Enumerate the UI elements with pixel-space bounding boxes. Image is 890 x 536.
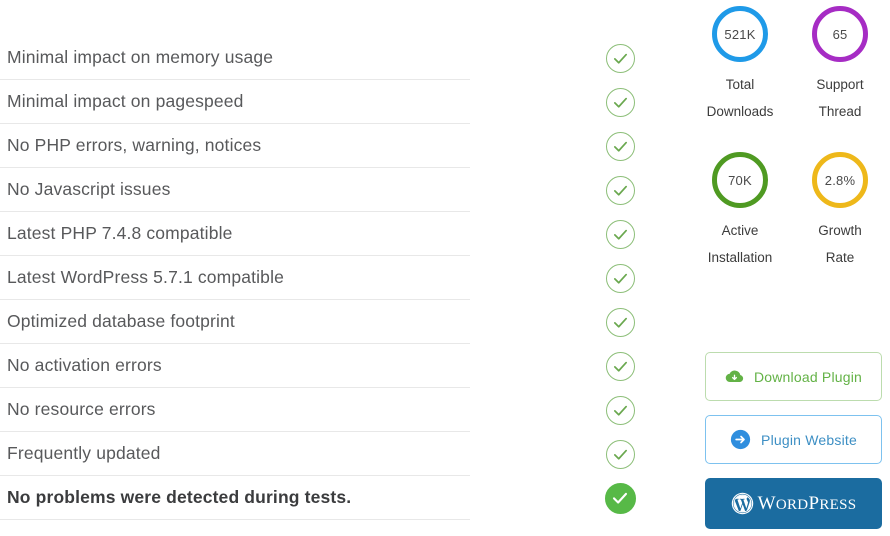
list-item: Latest PHP 7.4.8 compatible — [0, 212, 470, 256]
compatibility-checklist: Minimal impact on memory usage Minimal i… — [0, 36, 470, 520]
list-item: No PHP errors, warning, notices — [0, 124, 470, 168]
stats-row-secondary: 70K Active Installation 2.8% Growth Rate — [690, 152, 890, 271]
list-item: No resource errors — [0, 388, 470, 432]
check-circle-outline-icon — [605, 131, 635, 161]
stat-label: Total Downloads — [707, 71, 774, 125]
check-circle-outline-icon — [605, 43, 635, 73]
wordpress-label-p: P — [808, 492, 820, 514]
check-circle-outline-icon — [605, 307, 635, 337]
cloud-download-icon — [725, 367, 744, 386]
stat-label-line1: Growth — [818, 223, 862, 238]
status-cell — [600, 212, 640, 256]
wordpress-label-ord: ORD — [775, 496, 809, 513]
download-plugin-label: Download Plugin — [753, 368, 863, 385]
list-item: No activation errors — [0, 344, 470, 388]
check-circle-outline-icon — [605, 263, 635, 293]
stat-label-line1: Total — [725, 77, 755, 92]
list-item: No Javascript issues — [0, 168, 470, 212]
checklist-item-label: Minimal impact on pagespeed — [7, 91, 244, 111]
stat-label: Support Thread — [816, 71, 863, 125]
checklist-status-column — [600, 36, 640, 520]
checklist-item-label: Latest WordPress 5.7.1 compatible — [7, 267, 284, 287]
wordpress-logo-icon — [731, 492, 754, 515]
list-item: Minimal impact on memory usage — [0, 36, 470, 80]
status-cell — [600, 80, 640, 124]
check-circle-outline-icon — [605, 175, 635, 205]
checklist-item-label: No resource errors — [7, 399, 156, 419]
download-plugin-button[interactable]: Download Plugin — [705, 352, 882, 401]
stat-growth-rate: 2.8% Growth Rate — [790, 152, 890, 271]
check-circle-outline-icon — [605, 351, 635, 381]
stat-total-downloads: 521K Total Downloads — [690, 6, 790, 125]
status-cell — [600, 256, 640, 300]
checklist-item-label: Frequently updated — [7, 443, 161, 463]
list-item-summary: No problems were detected during tests. — [0, 476, 470, 520]
checklist-item-label: No Javascript issues — [7, 179, 171, 199]
stat-label-line1: Support — [816, 77, 864, 92]
status-cell-summary — [600, 476, 640, 520]
stat-support-thread: 65 Support Thread — [790, 6, 890, 125]
checklist-item-label: Optimized database footprint — [7, 311, 235, 331]
check-circle-outline-icon — [605, 439, 635, 469]
stat-label-line2: Installation — [707, 250, 773, 265]
wordpress-label: WORDPRESS — [758, 493, 857, 515]
stat-label: Active Installation — [708, 217, 773, 271]
checklist-item-label: No PHP errors, warning, notices — [7, 135, 262, 155]
stat-active-installation: 70K Active Installation — [690, 152, 790, 271]
status-cell — [600, 124, 640, 168]
checklist-summary-label: No problems were detected during tests. — [7, 487, 352, 507]
stat-value: 2.8% — [824, 172, 856, 188]
status-cell — [600, 344, 640, 388]
wordpress-button[interactable]: WORDPRESS — [705, 478, 882, 529]
stat-ring-support-thread: 65 — [812, 6, 868, 62]
stat-ring-active-installation: 70K — [712, 152, 768, 208]
stat-label-line2: Rate — [825, 250, 855, 265]
plugin-website-button[interactable]: Plugin Website — [705, 415, 882, 464]
status-cell — [600, 168, 640, 212]
arrow-right-circle-icon — [730, 429, 751, 450]
checklist-item-label: No activation errors — [7, 355, 162, 375]
list-item: Optimized database footprint — [0, 300, 470, 344]
check-circle-outline-icon — [605, 219, 635, 249]
action-buttons: Download Plugin Plugin Website WORDPRESS — [705, 352, 882, 529]
checklist-item-label: Latest PHP 7.4.8 compatible — [7, 223, 233, 243]
stat-ring-growth-rate: 2.8% — [812, 152, 868, 208]
list-item: Frequently updated — [0, 432, 470, 476]
stat-value: 65 — [832, 26, 848, 42]
stat-label-line2: Thread — [818, 104, 862, 119]
list-item: Latest WordPress 5.7.1 compatible — [0, 256, 470, 300]
stat-ring-total-downloads: 521K — [712, 6, 768, 62]
checklist-item-label: Minimal impact on memory usage — [7, 47, 274, 67]
plugin-stats: 521K Total Downloads 65 Support Thread 7… — [690, 6, 890, 271]
check-circle-outline-icon — [605, 87, 635, 117]
wordpress-label-w: W — [757, 492, 776, 514]
stat-value: 521K — [724, 26, 756, 42]
check-circle-outline-icon — [605, 395, 635, 425]
stat-label-line2: Downloads — [706, 104, 774, 119]
check-circle-filled-icon — [604, 482, 636, 514]
stats-row-primary: 521K Total Downloads 65 Support Thread — [690, 6, 890, 125]
stat-label: Growth Rate — [818, 217, 862, 271]
status-cell — [600, 36, 640, 80]
wordpress-label-ress: RESS — [819, 496, 857, 513]
status-cell — [600, 300, 640, 344]
status-cell — [600, 432, 640, 476]
stat-label-line1: Active — [721, 223, 759, 238]
status-cell — [600, 388, 640, 432]
list-item: Minimal impact on pagespeed — [0, 80, 470, 124]
stat-value: 70K — [728, 172, 752, 188]
plugin-website-label: Plugin Website — [761, 431, 857, 448]
